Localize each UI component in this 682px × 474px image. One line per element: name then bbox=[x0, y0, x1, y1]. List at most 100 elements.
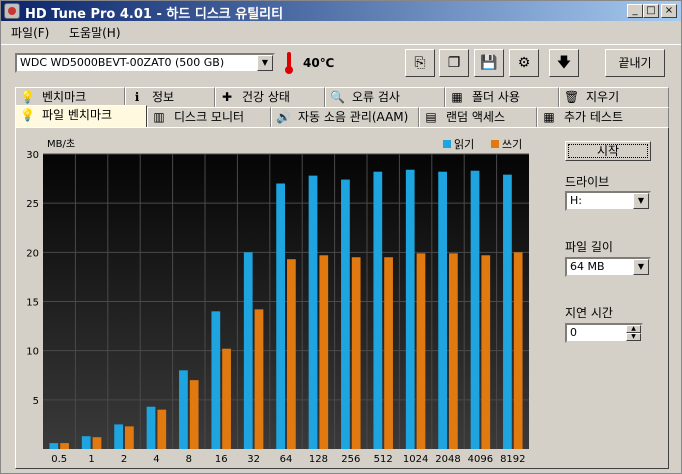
options-button[interactable]: ⚙ bbox=[509, 49, 539, 77]
tab-label: 벤치마크 bbox=[42, 90, 87, 104]
bar-write bbox=[319, 255, 329, 449]
tab-erase[interactable]: 🗑 지우기 bbox=[559, 87, 669, 108]
bar-write bbox=[254, 309, 264, 449]
toolbar: WDC WD5000BEVT-00ZAT0 (500 GB) ▼ 40℃ ⎘ ❐… bbox=[1, 44, 681, 82]
bar-read bbox=[49, 443, 59, 449]
bar-read bbox=[438, 171, 447, 449]
y-tick-label: 10 bbox=[26, 347, 39, 358]
tab-health[interactable]: ✚ 건강 상태 bbox=[215, 87, 325, 108]
tab-disk-monitor[interactable]: ▥ 디스크 모니터 bbox=[147, 107, 271, 128]
drive-select[interactable]: H: ▼ bbox=[565, 191, 651, 211]
bar-read bbox=[146, 406, 156, 449]
chevron-down-icon[interactable]: ▼ bbox=[633, 259, 649, 275]
tab-label: 추가 테스트 bbox=[564, 110, 624, 124]
tab-error-scan[interactable]: 🔍 오류 검사 bbox=[325, 87, 445, 108]
tab-extra-tests[interactable]: ▦ 추가 테스트 bbox=[537, 107, 669, 128]
copy-info-button[interactable]: ⎘ bbox=[405, 49, 435, 77]
spin-down-icon: ▼ bbox=[626, 333, 641, 341]
speaker-icon: 🔊 bbox=[276, 110, 291, 124]
menu-bar: 파일(F) 도움말(H) bbox=[1, 22, 681, 42]
tab-label: 디스크 모니터 bbox=[174, 110, 245, 124]
maximize-button[interactable]: □ bbox=[643, 4, 659, 18]
legend-swatch-write bbox=[491, 140, 499, 148]
minimize-button[interactable]: _ bbox=[627, 4, 643, 18]
drive-dropdown-value: WDC WD5000BEVT-00ZAT0 (500 GB) bbox=[20, 56, 225, 69]
drive-label: 드라이브 bbox=[565, 175, 610, 189]
copy-screenshot-icon: ❐ bbox=[447, 55, 461, 71]
bar-write bbox=[351, 257, 361, 449]
file-length-label: 파일 길이 bbox=[565, 240, 613, 254]
start-button[interactable]: 시작 bbox=[565, 141, 651, 161]
benchmark-chart: 5 10 15 20 25 30 0.5 1 2 4 8 16 32 64 128 256 512 1024 204… bbox=[26, 138, 529, 465]
menu-help[interactable]: 도움말(H) bbox=[69, 24, 121, 41]
tab-label: 자동 소음 관리(AAM) bbox=[298, 110, 409, 124]
bar-write bbox=[481, 255, 491, 449]
save-icon: 💾 bbox=[480, 55, 498, 71]
x-tick-label: 4 bbox=[153, 454, 159, 465]
file-benchmark-icon: 💡 bbox=[20, 108, 35, 122]
tab-label: 건강 상태 bbox=[242, 90, 290, 104]
x-tick-label: 8192 bbox=[500, 454, 525, 465]
options-icon: ⚙ bbox=[517, 55, 531, 71]
tab-random-access[interactable]: ▤ 랜덤 액세스 bbox=[419, 107, 537, 128]
tab-label: 정보 bbox=[152, 90, 175, 104]
file-length-select[interactable]: 64 MB ▼ bbox=[565, 257, 651, 277]
chevron-down-icon[interactable]: ▼ bbox=[257, 55, 273, 71]
bar-read bbox=[503, 174, 512, 449]
exit-button[interactable]: 끝내기 bbox=[605, 49, 665, 77]
x-tick-label: 32 bbox=[247, 454, 260, 465]
x-tick-label: 128 bbox=[309, 454, 328, 465]
title-bar[interactable]: HD Tune Pro 4.01 - 하드 디스크 유틸리티 _ □ × bbox=[1, 1, 681, 22]
menu-file[interactable]: 파일(F) bbox=[11, 24, 49, 41]
bar-write bbox=[513, 252, 523, 449]
app-icon bbox=[4, 3, 20, 19]
tab-speaker[interactable]: 🔊 자동 소음 관리(AAM) bbox=[271, 107, 419, 128]
legend-label-write: 쓰기 bbox=[502, 138, 522, 151]
error-scan-icon: 🔍 bbox=[330, 90, 345, 104]
health-icon: ✚ bbox=[221, 90, 233, 104]
bar-read bbox=[341, 179, 350, 450]
download-icon: 🡇 bbox=[556, 55, 572, 71]
tab-label: 폴더 사용 bbox=[472, 90, 520, 104]
copy-screenshot-button[interactable]: ❐ bbox=[439, 49, 469, 77]
drive-select-value: H: bbox=[570, 194, 582, 207]
chevron-down-icon[interactable]: ▼ bbox=[633, 193, 649, 209]
y-tick-label: 25 bbox=[26, 199, 39, 210]
spin-up-icon: ▲ bbox=[626, 325, 641, 333]
x-tick-label: 1024 bbox=[403, 454, 428, 465]
close-button[interactable]: × bbox=[661, 4, 677, 18]
erase-icon: 🗑 bbox=[564, 90, 580, 104]
spin-buttons[interactable]: ▲ ▼ bbox=[626, 325, 641, 341]
x-tick-label: 2048 bbox=[435, 454, 460, 465]
bar-read bbox=[243, 252, 253, 449]
delay-value: 0 bbox=[570, 326, 577, 339]
bar-write bbox=[384, 257, 393, 449]
bar-write bbox=[287, 259, 296, 449]
save-button[interactable]: 💾 bbox=[474, 49, 504, 77]
bar-read bbox=[373, 171, 383, 449]
x-tick-label: 0.5 bbox=[51, 454, 67, 465]
tab-label: 지우기 bbox=[586, 90, 620, 104]
bar-read bbox=[114, 424, 123, 449]
delay-spinner[interactable]: 0 ▲ ▼ bbox=[565, 323, 643, 343]
extra-tests-icon: ▦ bbox=[543, 110, 555, 124]
tab-file-benchmark[interactable]: 💡 파일 벤치마크 bbox=[15, 105, 147, 128]
folder-usage-icon: ▦ bbox=[451, 90, 463, 104]
bar-write bbox=[449, 253, 458, 449]
tab-row-bottom: 💡 파일 벤치마크 ▥ 디스크 모니터 🔊 자동 소음 관리(AAM) ▤ 랜덤 액세스 ▦ 추가… bbox=[15, 105, 669, 128]
bar-write bbox=[222, 348, 231, 449]
thermometer-icon bbox=[284, 52, 294, 74]
x-tick-label: 4096 bbox=[468, 454, 493, 465]
bar-read bbox=[211, 311, 221, 449]
tab-label: 오류 검사 bbox=[352, 90, 400, 104]
x-tick-label: 256 bbox=[341, 454, 360, 465]
x-tick-label: 64 bbox=[280, 454, 293, 465]
bar-read bbox=[179, 370, 188, 449]
drive-dropdown[interactable]: WDC WD5000BEVT-00ZAT0 (500 GB) ▼ bbox=[15, 53, 275, 73]
bar-write bbox=[416, 253, 426, 449]
bar-read bbox=[276, 183, 285, 449]
bar-write bbox=[92, 437, 102, 449]
tab-folder-usage[interactable]: ▦ 폴더 사용 bbox=[445, 87, 559, 108]
download-button[interactable]: 🡇 bbox=[549, 49, 579, 77]
y-tick-label: 15 bbox=[26, 298, 39, 309]
